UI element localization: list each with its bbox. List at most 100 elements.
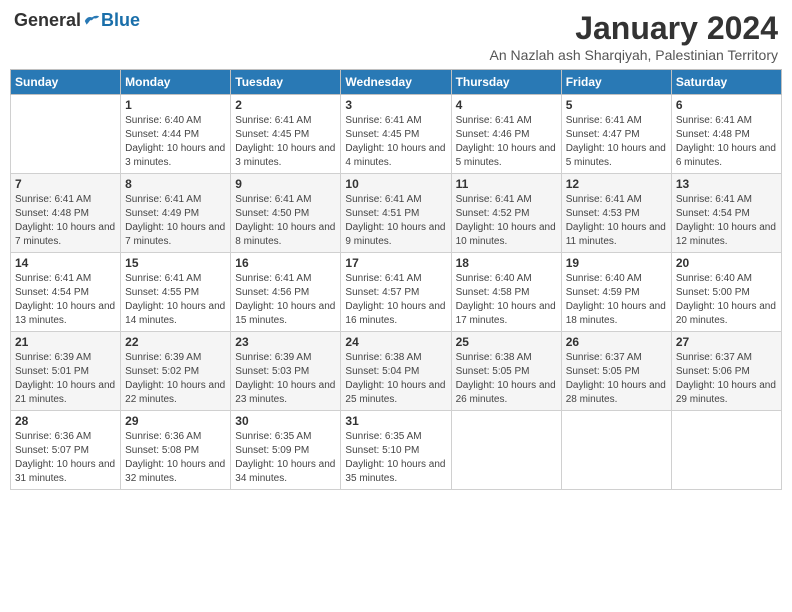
calendar-cell: 3 Sunrise: 6:41 AMSunset: 4:45 PMDaylight… (341, 95, 451, 174)
calendar-cell: 23 Sunrise: 6:39 AMSunset: 5:03 PMDayligh… (231, 332, 341, 411)
day-number: 14 (15, 256, 116, 270)
day-info: Sunrise: 6:41 AMSunset: 4:49 PMDaylight:… (125, 193, 226, 249)
day-number: 18 (456, 256, 557, 270)
day-info: Sunrise: 6:41 AMSunset: 4:57 PMDaylight:… (345, 272, 446, 328)
day-info: Sunrise: 6:41 AMSunset: 4:46 PMDaylight:… (456, 114, 557, 170)
day-info: Sunrise: 6:41 AMSunset: 4:50 PMDaylight:… (235, 193, 336, 249)
calendar-cell: 8Sunrise: 6:41 AMSunset: 4:49 PMDaylight… (121, 174, 231, 253)
calendar-cell: 19 Sunrise: 6:40 AMSunset: 4:59 PMDayligh… (561, 253, 671, 332)
day-info: Sunrise: 6:41 AMSunset: 4:45 PMDaylight:… (345, 114, 446, 170)
day-number: 21 (15, 335, 116, 349)
calendar-cell: 29Sunrise: 6:36 AMSunset: 5:08 PMDayligh… (121, 411, 231, 490)
day-info: Sunrise: 6:39 AMSunset: 5:02 PMDaylight:… (125, 351, 226, 407)
calendar-row: 28 Sunrise: 6:36 AMSunset: 5:07 PMDayligh… (11, 411, 782, 490)
day-number: 12 (566, 177, 667, 191)
calendar-cell (671, 411, 781, 490)
day-number: 19 (566, 256, 667, 270)
calendar-row: 1Sunrise: 6:40 AMSunset: 4:44 PMDaylight… (11, 95, 782, 174)
day-info: Sunrise: 6:41 AMSunset: 4:54 PMDaylight:… (15, 272, 116, 328)
calendar-cell (561, 411, 671, 490)
day-number: 2 (235, 98, 336, 112)
calendar-cell: 22Sunrise: 6:39 AMSunset: 5:02 PMDayligh… (121, 332, 231, 411)
day-info: Sunrise: 6:41 AMSunset: 4:51 PMDaylight:… (345, 193, 446, 249)
day-info: Sunrise: 6:36 AMSunset: 5:07 PMDaylight:… (15, 430, 116, 486)
calendar-cell: 31 Sunrise: 6:35 AMSunset: 5:10 PMDayligh… (341, 411, 451, 490)
day-number: 5 (566, 98, 667, 112)
calendar-cell: 26 Sunrise: 6:37 AMSunset: 5:05 PMDayligh… (561, 332, 671, 411)
calendar-cell: 4 Sunrise: 6:41 AMSunset: 4:46 PMDaylight… (451, 95, 561, 174)
day-info: Sunrise: 6:41 AMSunset: 4:47 PMDaylight:… (566, 114, 667, 170)
month-title: January 2024 (490, 10, 778, 47)
day-info: Sunrise: 6:41 AMSunset: 4:53 PMDaylight:… (566, 193, 667, 249)
day-number: 17 (345, 256, 446, 270)
logo-bird-icon (83, 13, 101, 29)
day-info: Sunrise: 6:40 AMSunset: 4:59 PMDaylight:… (566, 272, 667, 328)
calendar-cell: 14 Sunrise: 6:41 AMSunset: 4:54 PMDayligh… (11, 253, 121, 332)
day-number: 16 (235, 256, 336, 270)
day-number: 26 (566, 335, 667, 349)
calendar-cell (11, 95, 121, 174)
weekday-header-tuesday: Tuesday (231, 70, 341, 95)
day-info: Sunrise: 6:36 AMSunset: 5:08 PMDaylight:… (125, 430, 226, 486)
calendar-cell: 21Sunrise: 6:39 AMSunset: 5:01 PMDayligh… (11, 332, 121, 411)
day-info: Sunrise: 6:41 AMSunset: 4:48 PMDaylight:… (676, 114, 777, 170)
day-number: 9 (235, 177, 336, 191)
logo-blue-text: Blue (101, 10, 140, 31)
title-section: January 2024 An Nazlah ash Sharqiyah, Pa… (490, 10, 778, 63)
calendar-row: 14 Sunrise: 6:41 AMSunset: 4:54 PMDayligh… (11, 253, 782, 332)
day-number: 7 (15, 177, 116, 191)
day-info: Sunrise: 6:38 AMSunset: 5:04 PMDaylight:… (345, 351, 446, 407)
calendar-cell: 5 Sunrise: 6:41 AMSunset: 4:47 PMDaylight… (561, 95, 671, 174)
day-number: 23 (235, 335, 336, 349)
weekday-header-wednesday: Wednesday (341, 70, 451, 95)
day-info: Sunrise: 6:41 AMSunset: 4:55 PMDaylight:… (125, 272, 226, 328)
day-info: Sunrise: 6:41 AMSunset: 4:56 PMDaylight:… (235, 272, 336, 328)
weekday-header-monday: Monday (121, 70, 231, 95)
calendar-cell: 6 Sunrise: 6:41 AMSunset: 4:48 PMDaylight… (671, 95, 781, 174)
calendar-cell: 12 Sunrise: 6:41 AMSunset: 4:53 PMDayligh… (561, 174, 671, 253)
day-info: Sunrise: 6:38 AMSunset: 5:05 PMDaylight:… (456, 351, 557, 407)
calendar-cell: 1Sunrise: 6:40 AMSunset: 4:44 PMDaylight… (121, 95, 231, 174)
day-number: 1 (125, 98, 226, 112)
calendar-cell: 2 Sunrise: 6:41 AMSunset: 4:45 PMDaylight… (231, 95, 341, 174)
calendar-table: SundayMondayTuesdayWednesdayThursdayFrid… (10, 69, 782, 490)
day-number: 31 (345, 414, 446, 428)
weekday-header-sunday: Sunday (11, 70, 121, 95)
location-title: An Nazlah ash Sharqiyah, Palestinian Ter… (490, 47, 778, 63)
day-number: 3 (345, 98, 446, 112)
calendar-cell: 30 Sunrise: 6:35 AMSunset: 5:09 PMDayligh… (231, 411, 341, 490)
day-info: Sunrise: 6:40 AMSunset: 5:00 PMDaylight:… (676, 272, 777, 328)
weekday-header-friday: Friday (561, 70, 671, 95)
day-number: 27 (676, 335, 777, 349)
calendar-cell: 18 Sunrise: 6:40 AMSunset: 4:58 PMDayligh… (451, 253, 561, 332)
calendar-cell (451, 411, 561, 490)
calendar-header-row: SundayMondayTuesdayWednesdayThursdayFrid… (11, 70, 782, 95)
calendar-row: 21Sunrise: 6:39 AMSunset: 5:01 PMDayligh… (11, 332, 782, 411)
day-info: Sunrise: 6:35 AMSunset: 5:09 PMDaylight:… (235, 430, 336, 486)
day-number: 4 (456, 98, 557, 112)
calendar-cell: 7Sunrise: 6:41 AMSunset: 4:48 PMDaylight… (11, 174, 121, 253)
day-number: 28 (15, 414, 116, 428)
calendar-cell: 17 Sunrise: 6:41 AMSunset: 4:57 PMDayligh… (341, 253, 451, 332)
calendar-cell: 16 Sunrise: 6:41 AMSunset: 4:56 PMDayligh… (231, 253, 341, 332)
day-number: 20 (676, 256, 777, 270)
day-info: Sunrise: 6:41 AMSunset: 4:45 PMDaylight:… (235, 114, 336, 170)
calendar-row: 7Sunrise: 6:41 AMSunset: 4:48 PMDaylight… (11, 174, 782, 253)
day-number: 25 (456, 335, 557, 349)
calendar-cell: 27Sunrise: 6:37 AMSunset: 5:06 PMDayligh… (671, 332, 781, 411)
calendar-cell: 25 Sunrise: 6:38 AMSunset: 5:05 PMDayligh… (451, 332, 561, 411)
calendar-cell: 24Sunrise: 6:38 AMSunset: 5:04 PMDayligh… (341, 332, 451, 411)
day-info: Sunrise: 6:35 AMSunset: 5:10 PMDaylight:… (345, 430, 446, 486)
calendar-cell: 15 Sunrise: 6:41 AMSunset: 4:55 PMDayligh… (121, 253, 231, 332)
day-info: Sunrise: 6:40 AMSunset: 4:58 PMDaylight:… (456, 272, 557, 328)
day-number: 13 (676, 177, 777, 191)
day-number: 15 (125, 256, 226, 270)
day-number: 30 (235, 414, 336, 428)
day-number: 6 (676, 98, 777, 112)
day-info: Sunrise: 6:41 AMSunset: 4:54 PMDaylight:… (676, 193, 777, 249)
day-info: Sunrise: 6:37 AMSunset: 5:05 PMDaylight:… (566, 351, 667, 407)
calendar-cell: 10Sunrise: 6:41 AMSunset: 4:51 PMDayligh… (341, 174, 451, 253)
logo: General Blue (14, 10, 140, 31)
logo-general-text: General (14, 10, 81, 31)
day-info: Sunrise: 6:39 AMSunset: 5:03 PMDaylight:… (235, 351, 336, 407)
